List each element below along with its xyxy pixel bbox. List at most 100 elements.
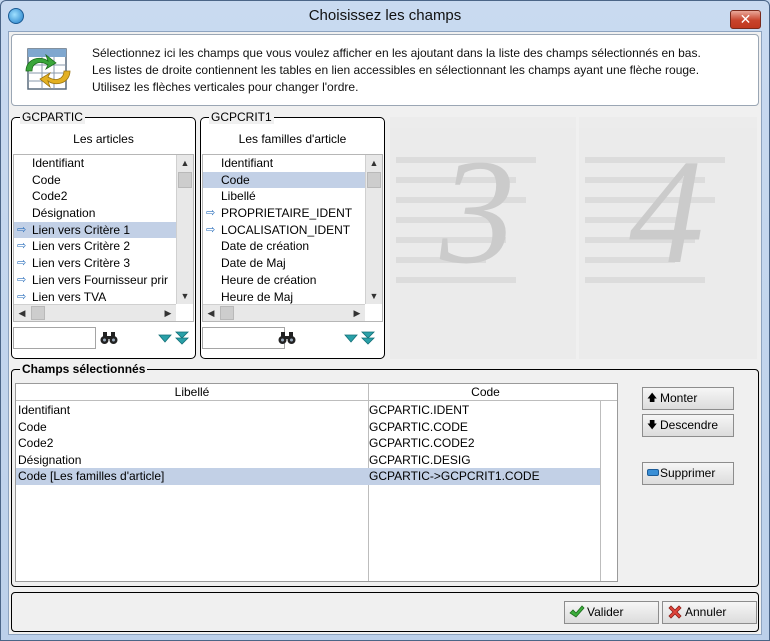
- field-list[interactable]: Identifiant Code Code2 Désignation ⇨ Lien ver…: [13, 154, 194, 322]
- horizontal-scrollbar[interactable]: ◀ ▶: [14, 304, 176, 321]
- link-arrow-icon: ⇨: [17, 223, 27, 236]
- list-item[interactable]: Code2: [14, 188, 176, 205]
- list-item-label: Lien vers TVA: [32, 289, 107, 304]
- table-row[interactable]: Code [Les familles d'article] GCPARTIC->G…: [16, 468, 602, 485]
- scroll-up-icon[interactable]: ▲: [366, 155, 382, 171]
- scroll-right-icon[interactable]: ▶: [160, 305, 176, 321]
- cell-code: GCPARTIC.DESIG: [369, 452, 471, 467]
- grid-scrollbar[interactable]: [600, 401, 617, 581]
- empty-panel-3: 3: [390, 117, 576, 359]
- list-item-label: PROPRIETAIRE_IDENT: [221, 206, 353, 221]
- list-item-label: Code2: [32, 189, 68, 204]
- list-item[interactable]: Heure de Maj: [203, 289, 365, 306]
- dialog-content: Sélectionnez ici les champs que vous vou…: [8, 31, 762, 635]
- cell-label: Code2: [18, 436, 54, 450]
- scroll-thumb[interactable]: [367, 172, 381, 188]
- move-down-label: Descendre: [660, 418, 719, 432]
- list-item[interactable]: Identifiant: [203, 155, 365, 172]
- list-item[interactable]: Date de Maj: [203, 255, 365, 272]
- cancel-button[interactable]: Annuler: [662, 601, 757, 624]
- nav-arrows-icon[interactable]: [343, 331, 379, 345]
- list-item[interactable]: ⇨ LOCALISATION_IDENT: [203, 222, 365, 239]
- action-bar: Valider Annuler: [11, 592, 759, 632]
- arrow-down-icon: 🡇: [647, 420, 658, 431]
- list-item[interactable]: Heure de création: [203, 272, 365, 289]
- list-item-label: Lien vers Fournisseur prir: [32, 272, 169, 287]
- selected-fields-panel: Champs sélectionnés Libellé Code Identif…: [11, 362, 759, 587]
- list-item[interactable]: ⇨ Lien vers Critère 2: [14, 238, 176, 255]
- list-item[interactable]: ⇨ Lien vers Critère 3: [14, 255, 176, 272]
- scroll-left-icon[interactable]: ◀: [14, 305, 30, 321]
- panel-title: Les articles: [73, 132, 134, 146]
- list-item-label: Date de création: [221, 239, 310, 254]
- scroll-thumb[interactable]: [220, 306, 234, 320]
- panel-title: Les familles d'article: [238, 132, 347, 146]
- ok-button[interactable]: Valider: [564, 601, 659, 624]
- list-item[interactable]: Code: [14, 172, 176, 189]
- move-up-button[interactable]: 🡅 Monter: [642, 387, 734, 410]
- info-line: Sélectionnez ici les champs que vous vou…: [92, 46, 701, 60]
- list-item[interactable]: ⇨ Lien vers Fournisseur prir: [14, 272, 176, 289]
- info-banner: Sélectionnez ici les champs que vous vou…: [11, 34, 759, 106]
- info-line: Les listes de droite contiennent les tab…: [92, 63, 700, 77]
- scroll-up-icon[interactable]: ▲: [177, 155, 193, 171]
- app-icon: [8, 8, 24, 24]
- checkmark-icon: [569, 605, 585, 618]
- scroll-thumb[interactable]: [178, 172, 192, 188]
- table-row[interactable]: Identifiant GCPARTIC.IDENT: [16, 402, 602, 419]
- move-down-button[interactable]: 🡇 Descendre: [642, 414, 734, 437]
- close-icon: ✕: [739, 11, 752, 27]
- search-input[interactable]: [202, 327, 285, 349]
- panel-table-code: GCPARTIC: [20, 110, 85, 124]
- scroll-down-icon[interactable]: ▼: [366, 288, 382, 304]
- cell-label: Code [Les familles d'article]: [18, 469, 165, 483]
- list-item[interactable]: Code: [203, 171, 365, 189]
- list-item[interactable]: ⇨ Lien vers Critère 1: [14, 221, 176, 239]
- cell-code: GCPARTIC.CODE2: [369, 436, 475, 450]
- cell-code: GCPARTIC->GCPCRIT1.CODE: [369, 469, 540, 483]
- list-item[interactable]: Identifiant: [14, 155, 176, 172]
- scroll-thumb[interactable]: [31, 306, 45, 320]
- binoculars-search-icon[interactable]: [278, 331, 296, 345]
- column-header-code[interactable]: Code: [369, 384, 602, 401]
- vertical-scrollbar[interactable]: ▲ ▼: [176, 155, 193, 304]
- cell-label: Désignation: [18, 452, 82, 467]
- list-item[interactable]: ⇨ Lien vers TVA: [14, 289, 176, 306]
- close-button[interactable]: ✕: [730, 10, 761, 29]
- binoculars-search-icon[interactable]: [100, 331, 118, 345]
- title-bar: Choisissez les champs ✕: [1, 1, 769, 31]
- dialog-window: Choisissez les champs ✕ Sélectionnez ici…: [0, 0, 770, 641]
- cell-label: Code: [18, 419, 47, 434]
- table-panel-articles: GCPARTIC Les articles Identifiant Code Cod…: [11, 110, 196, 359]
- horizontal-scrollbar[interactable]: ◀ ▶: [203, 304, 365, 321]
- search-input[interactable]: [13, 327, 96, 349]
- list-item[interactable]: Désignation: [14, 205, 176, 222]
- scroll-left-icon[interactable]: ◀: [203, 305, 219, 321]
- eraser-icon: [647, 469, 659, 476]
- table-row[interactable]: Code GCPARTIC.CODE: [16, 419, 602, 436]
- scroll-down-icon[interactable]: ▼: [177, 288, 193, 304]
- panel-number-4: 4: [629, 129, 704, 295]
- list-item-label: Lien vers Critère 1: [32, 222, 131, 237]
- column-header-label[interactable]: Libellé: [16, 384, 368, 401]
- cell-label: Identifiant: [18, 403, 71, 417]
- grid-header: Libellé Code: [16, 384, 617, 401]
- selected-fields-grid[interactable]: Libellé Code Identifiant GCPARTIC.IDENT Co…: [15, 383, 618, 582]
- list-item-label: Heure de Maj: [221, 289, 294, 304]
- cancel-label: Annuler: [685, 605, 727, 619]
- panel-number-3: 3: [440, 129, 515, 295]
- list-item-label: Lien vers Critère 3: [32, 256, 131, 271]
- scroll-right-icon[interactable]: ▶: [349, 305, 365, 321]
- field-list[interactable]: Identifiant Code Libellé ⇨ PROPRIETAIRE_IDEN…: [202, 154, 383, 322]
- list-item[interactable]: ⇨ PROPRIETAIRE_IDENT: [203, 205, 365, 222]
- vertical-scrollbar[interactable]: ▲ ▼: [365, 155, 382, 304]
- table-row[interactable]: Code2 GCPARTIC.CODE2: [16, 435, 602, 452]
- list-item[interactable]: Date de création: [203, 238, 365, 255]
- list-item[interactable]: Libellé: [203, 188, 365, 205]
- table-row[interactable]: Désignation GCPARTIC.DESIG: [16, 452, 602, 469]
- list-item-label: Identifiant: [32, 156, 85, 170]
- delete-button[interactable]: Supprimer: [642, 462, 734, 485]
- cell-code: GCPARTIC.IDENT: [369, 403, 470, 417]
- list-item-label: Heure de création: [221, 272, 317, 287]
- nav-arrows-icon[interactable]: [157, 331, 193, 345]
